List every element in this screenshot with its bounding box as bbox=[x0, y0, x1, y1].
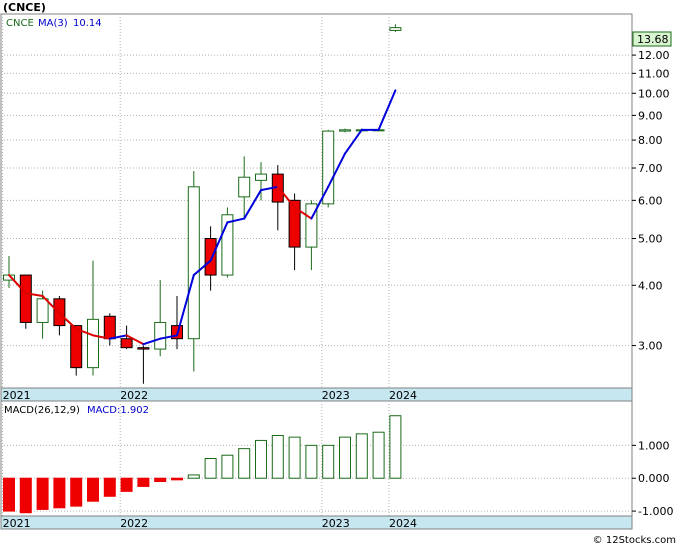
macd-legend-label: MACD(26,12,9) bbox=[4, 405, 80, 416]
price-x-tick-label: 2024 bbox=[389, 389, 417, 402]
macd-x-tick-label: 2022 bbox=[120, 517, 148, 530]
macd-y-tick-label: 0.000 bbox=[638, 472, 670, 485]
price-x-tick-label: 2023 bbox=[322, 389, 350, 402]
candle-body bbox=[255, 173, 267, 181]
macd-bar bbox=[171, 477, 183, 481]
candle-body bbox=[187, 186, 200, 340]
macd-bar bbox=[87, 477, 99, 502]
macd-bar bbox=[53, 477, 66, 509]
macd-bar bbox=[137, 477, 150, 487]
price-y-tick-label: 4.00 bbox=[638, 279, 663, 292]
stock-chart: 3.00 4.00 5.00 6.00 7.00 8.00 9.00 10.00 11.00 12… bbox=[0, 1, 676, 546]
macd-bar bbox=[355, 433, 368, 479]
candle-body bbox=[87, 318, 99, 369]
macd-x-tick-label: 2021 bbox=[3, 517, 31, 530]
macd-bar bbox=[36, 477, 49, 510]
price-y-tick-label: 7.00 bbox=[638, 162, 663, 175]
price-y-tick-label: 8.00 bbox=[638, 134, 663, 147]
candle-body bbox=[137, 347, 150, 350]
price-y-axis: 3.00 4.00 5.00 6.00 7.00 8.00 9.00 10.00 11.00 12… bbox=[632, 49, 670, 353]
macd-x-tick-label: 2024 bbox=[389, 517, 417, 530]
price-y-tick-label: 9.00 bbox=[638, 109, 663, 122]
last-price-label: 13.68 bbox=[637, 33, 669, 46]
macd-x-tick-label: 2023 bbox=[322, 517, 350, 530]
macd-bar bbox=[389, 415, 402, 479]
price-y-tick-label: 3.00 bbox=[638, 340, 663, 353]
macd-bar bbox=[120, 477, 133, 492]
price-legend-ma-label: MA(3) bbox=[38, 18, 68, 29]
macd-bar bbox=[255, 439, 267, 479]
price-y-tick-label: 12.00 bbox=[638, 49, 670, 62]
candle-body bbox=[19, 274, 32, 323]
price-legend-symbol: CNCE bbox=[6, 18, 34, 29]
chart-title: (CNCE) bbox=[3, 1, 46, 14]
price-x-axis-band bbox=[0, 387, 633, 402]
macd-bar bbox=[339, 436, 351, 479]
price-x-tick-label: 2021 bbox=[3, 389, 31, 402]
macd-bar bbox=[372, 431, 385, 479]
price-x-tick-label: 2022 bbox=[120, 389, 148, 402]
macd-bar bbox=[322, 444, 335, 479]
macd-bar bbox=[288, 436, 301, 479]
candle-body bbox=[154, 321, 167, 350]
macd-bar bbox=[221, 454, 234, 479]
macd-x-axis-band bbox=[0, 515, 633, 530]
macd-bar bbox=[238, 448, 251, 479]
price-y-tick-label: 11.00 bbox=[638, 67, 670, 80]
watermark: © 12Stocks.com bbox=[593, 535, 676, 546]
macd-y-axis: 1.000 0.000 -1.000 bbox=[632, 439, 673, 518]
macd-bar bbox=[154, 477, 167, 483]
macd-bar bbox=[305, 444, 318, 479]
candle-body bbox=[204, 238, 217, 276]
candle-body bbox=[36, 298, 49, 323]
candle-body bbox=[339, 129, 351, 132]
price-y-tick-label: 6.00 bbox=[638, 194, 663, 207]
candle-body bbox=[120, 338, 133, 349]
macd-bar bbox=[70, 477, 83, 507]
macd-y-tick-label: -1.000 bbox=[638, 505, 673, 518]
macd-legend-value: MACD:1.902 bbox=[87, 405, 149, 416]
price-y-tick-label: 5.00 bbox=[638, 233, 663, 246]
macd-bar bbox=[103, 477, 116, 497]
macd-bar bbox=[19, 477, 32, 514]
macd-y-tick-label: 1.000 bbox=[638, 439, 670, 452]
candle-body bbox=[70, 325, 83, 369]
candle-body bbox=[103, 315, 116, 340]
candle-body bbox=[389, 27, 402, 31]
price-y-tick-label: 10.00 bbox=[638, 87, 670, 100]
macd-bar bbox=[204, 458, 217, 479]
candle-body bbox=[238, 176, 251, 198]
macd-bar bbox=[271, 435, 284, 479]
macd-bar bbox=[187, 474, 200, 479]
macd-bar bbox=[3, 477, 15, 512]
price-legend-ma-value: 10.14 bbox=[73, 18, 102, 29]
